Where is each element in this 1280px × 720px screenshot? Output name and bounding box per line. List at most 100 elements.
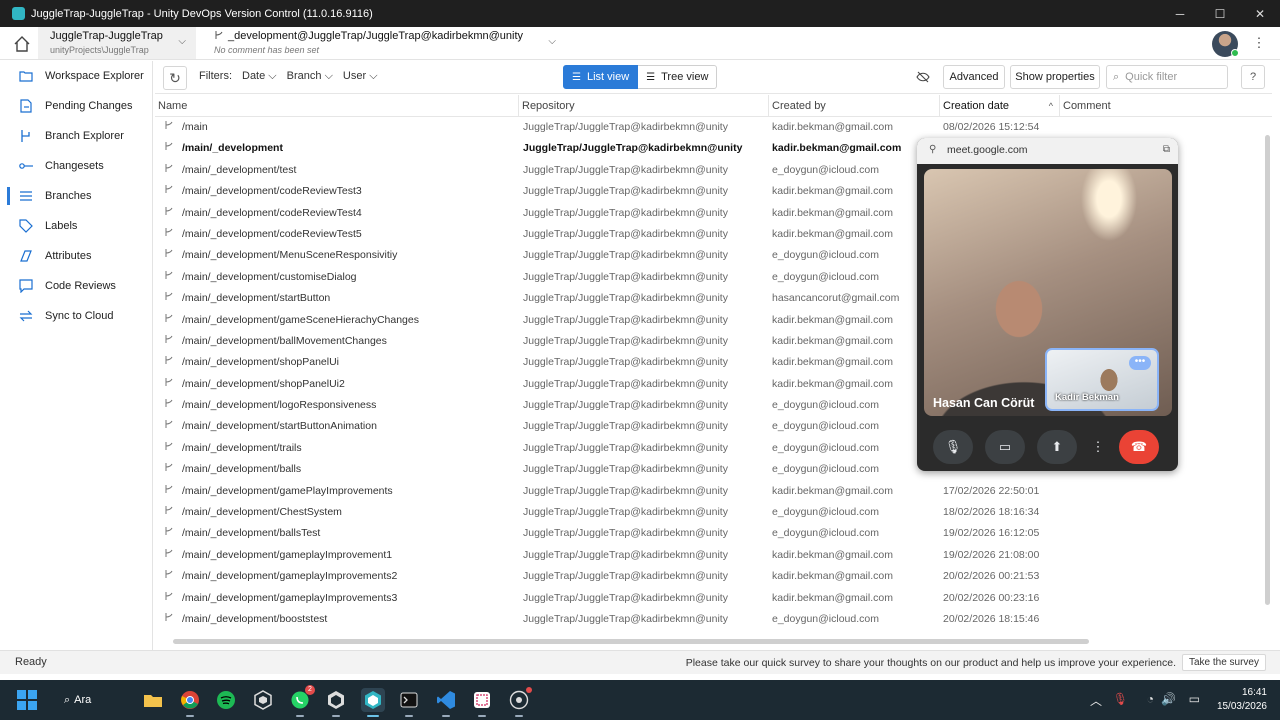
tree-view-button[interactable]: ☰ Tree view (638, 65, 718, 89)
table-row[interactable]: /main/_development/ballsTest JuggleTrap/J… (155, 523, 1272, 544)
battery-icon[interactable]: ▭ (1189, 692, 1200, 706)
site-settings-icon[interactable]: ⚲ (929, 144, 936, 155)
microphone-icon[interactable]: 🎙 (933, 430, 973, 464)
sidebar-item-code-reviews[interactable]: Code Reviews (7, 271, 152, 301)
filter-date-dropdown[interactable]: Date ⌵ (242, 70, 277, 83)
list-view-button[interactable]: ☰ List view (563, 65, 639, 89)
maximize-icon[interactable]: ☐ (1200, 0, 1240, 27)
branch-name-cell: /main/_development/startButton (164, 288, 519, 309)
chevron-up-icon[interactable]: ︿ (1090, 692, 1102, 709)
tree-icon: ☰ (646, 71, 656, 83)
file-explorer-icon[interactable] (141, 688, 165, 712)
created-by-cell: e_doygun@icloud.com (772, 163, 879, 176)
sidebar-item-workspace-explorer[interactable]: Workspace Explorer (7, 61, 152, 91)
workspace-selector[interactable]: JuggleTrap-JuggleTrap unityProjects\Jugg… (38, 27, 196, 59)
column-header-name[interactable]: Name (155, 95, 519, 117)
column-header-repository[interactable]: Repository (519, 95, 769, 117)
date: 15/03/2026 (1216, 701, 1267, 712)
horizontal-scrollbar[interactable] (173, 639, 1089, 644)
more-options-icon[interactable]: ••• (1129, 356, 1151, 370)
home-icon[interactable] (12, 34, 32, 54)
help-icon[interactable]: ? (1241, 65, 1265, 89)
sidebar-item-branches[interactable]: Branches (7, 181, 152, 211)
status-text: Ready (15, 656, 47, 668)
filter-user-dropdown[interactable]: User ⌵ (343, 70, 378, 83)
avatar[interactable] (1212, 31, 1239, 57)
unity-hub-icon[interactable] (251, 688, 275, 712)
created-by-cell: e_doygun@icloud.com (772, 612, 879, 625)
created-by-cell: kadir.bekman@gmail.com (772, 356, 893, 369)
wifi-icon[interactable]: ◔ (1147, 692, 1154, 706)
created-by-cell: e_doygun@icloud.com (772, 249, 879, 262)
more-options-icon[interactable]: ⋮ (1252, 35, 1266, 53)
creation-date-cell: 08/02/2026 15:12:54 (943, 121, 1040, 133)
meet-pip-window[interactable]: ⚲ meet.google.com ⧉ Hasan Can Cörüt ••• … (917, 138, 1178, 471)
repository-cell: JuggleTrap/JuggleTrap@kadirbekmn@unity (523, 463, 728, 476)
column-header-comment[interactable]: Comment (1060, 95, 1272, 117)
sidebar-item-label: Pending Changes (45, 100, 133, 112)
column-header-created-by[interactable]: Created by (769, 95, 940, 117)
sidebar-item-branch-explorer[interactable]: Branch Explorer (7, 121, 152, 151)
obs-recorder-icon[interactable] (507, 687, 532, 717)
branch-icon (164, 588, 176, 609)
created-by-cell: kadir.bekman@gmail.com (772, 185, 893, 198)
snipping-tool-icon[interactable] (470, 688, 494, 717)
search-icon: ⌕ (1113, 70, 1120, 83)
hide-icon[interactable] (911, 65, 935, 89)
table-row[interactable]: /main/_development/gameplayImprovements3… (155, 588, 1272, 609)
table-row[interactable]: /main JuggleTrap/JuggleTrap@kadirbekmn@un… (155, 117, 1272, 138)
whatsapp-icon[interactable]: 2 (288, 685, 315, 717)
branch-selector[interactable]: _development@JuggleTrap/JuggleTrap@kadir… (196, 27, 568, 59)
chrome-icon[interactable] (178, 688, 202, 717)
created-by-cell: kadir.bekman@gmail.com (772, 548, 893, 561)
table-row[interactable]: /main/_development/gamePlayImprovements J… (155, 481, 1272, 502)
spotify-icon[interactable] (214, 688, 238, 712)
branch-icon (164, 160, 176, 181)
sidebar-item-changesets[interactable]: Changesets (7, 151, 152, 181)
branch-icon (164, 331, 176, 352)
close-icon[interactable]: ✕ (1240, 0, 1280, 27)
minimize-icon[interactable]: ─ (1160, 0, 1200, 27)
sidebar-item-pending-changes[interactable]: Pending Changes (7, 91, 152, 121)
table-header: Name Repository Created by Creation date… (155, 95, 1272, 117)
sidebar-item-sync-to-cloud[interactable]: Sync to Cloud (7, 301, 152, 331)
filter-branch-dropdown[interactable]: Branch ⌵ (287, 70, 333, 83)
microphone-in-use-icon[interactable]: 🎙 (1113, 692, 1128, 706)
start-button[interactable] (15, 688, 39, 712)
repository-cell: JuggleTrap/JuggleTrap@kadirbekmn@unity (523, 142, 743, 155)
refresh-icon[interactable]: ↻ (163, 66, 187, 90)
camera-icon[interactable]: ▭ (985, 430, 1025, 464)
creation-date-cell: 19/02/2026 21:08:00 (943, 548, 1040, 561)
column-header-creation-date[interactable]: Creation date ^ (940, 95, 1060, 117)
table-row[interactable]: /main/_development/ChestSystem JuggleTrap… (155, 502, 1272, 523)
more-options-icon[interactable]: ⋮ (1089, 430, 1107, 464)
terminal-icon[interactable] (397, 688, 421, 717)
sidebar-item-attributes[interactable]: Attributes (7, 241, 152, 271)
table-row[interactable]: /main/_development/booststest JuggleTrap/… (155, 609, 1272, 630)
sidebar: Workspace Explorer Pending Changes Branc… (7, 61, 153, 650)
branch-icon (214, 30, 224, 40)
sort-ascending-icon: ^ (1048, 101, 1053, 111)
advanced-button[interactable]: Advanced (943, 65, 1005, 89)
table-row[interactable]: /main/_development/gameplayImprovement1 J… (155, 545, 1272, 566)
show-properties-button[interactable]: Show properties (1010, 65, 1100, 89)
take-survey-button[interactable]: Take the survey (1181, 654, 1266, 671)
clock[interactable]: 16:41 15/03/2026 (1217, 686, 1267, 714)
plastic-scm-icon[interactable] (361, 688, 385, 717)
sidebar-item-labels[interactable]: Labels (7, 211, 152, 241)
vscode-icon[interactable] (434, 688, 458, 717)
sidebar-item-label: Workspace Explorer (45, 70, 144, 82)
back-to-tab-icon[interactable]: ⧉ (1163, 144, 1170, 155)
volume-icon[interactable]: 🔊 (1161, 692, 1176, 706)
table-row[interactable]: /main/_development/gameplayImprovements2… (155, 566, 1272, 587)
self-video-tile[interactable]: ••• Kadir Bekman (1045, 348, 1159, 411)
present-screen-icon[interactable]: ⬆ (1037, 430, 1077, 464)
filters-label: Filters: (199, 70, 232, 82)
taskbar-search[interactable]: ⌕ Ara (64, 689, 116, 711)
vertical-scrollbar[interactable] (1265, 135, 1270, 605)
unity-editor-icon[interactable] (324, 688, 348, 717)
quick-filter-input[interactable]: ⌕ Quick filter (1106, 65, 1228, 89)
end-call-icon[interactable]: ☎ (1119, 430, 1159, 464)
created-by-cell: hasancancorut@gmail.com (772, 292, 900, 305)
attribute-icon (19, 249, 33, 263)
